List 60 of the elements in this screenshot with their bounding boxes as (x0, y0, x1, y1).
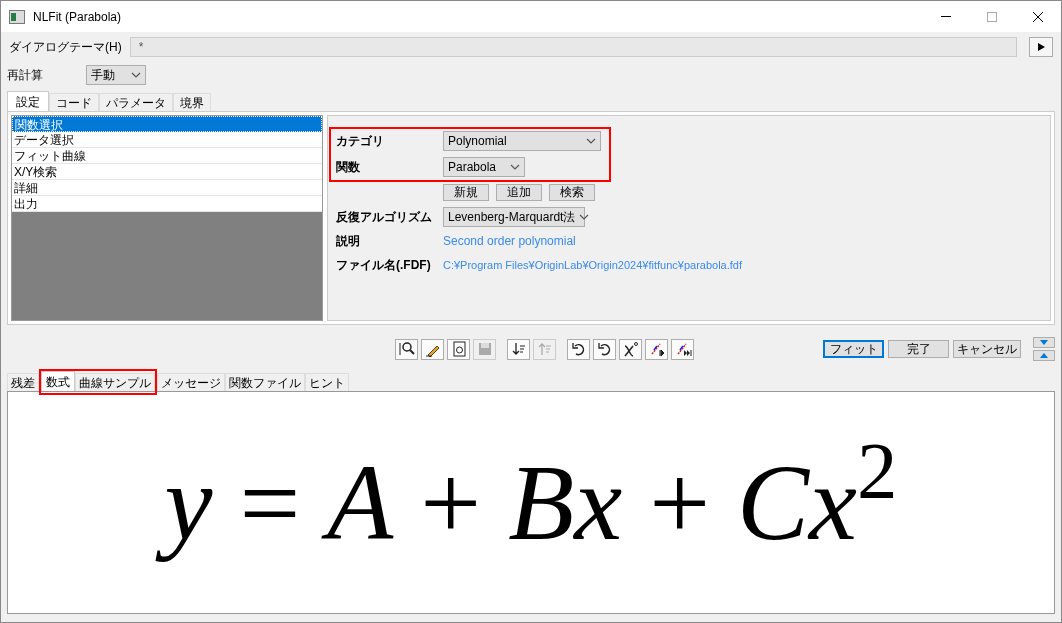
recalc-label: 再計算 (7, 67, 44, 84)
tab[interactable]: パラメータ (99, 93, 173, 111)
magnifier-icon (397, 340, 416, 358)
tab[interactable]: 設定 (7, 91, 49, 111)
theme-label: ダイアログテーマ(H) (9, 39, 122, 56)
tab[interactable]: 曲線サンプル (75, 373, 155, 391)
chevron-down-icon (586, 138, 596, 144)
tab[interactable]: 境界 (173, 93, 211, 111)
chevron-down-icon (510, 164, 520, 170)
expand-button[interactable] (1029, 37, 1053, 57)
function-button[interactable]: 追加 (496, 184, 542, 201)
description-text: Second order polynomial (443, 233, 576, 250)
function-label: 関数 (336, 159, 361, 176)
action-button[interactable]: フィット (823, 340, 884, 358)
nav-item[interactable]: 関数選択 (12, 116, 322, 132)
file-label: ファイル名(.FDF) (336, 257, 432, 274)
collapse-button[interactable] (1033, 337, 1055, 348)
description-label: 説明 (336, 233, 361, 250)
theme-field[interactable]: * (129, 37, 1017, 57)
equation-text: y = A + Bx + Cx$^{2}$ (144, 423, 918, 582)
dropdown[interactable]: Polynomial (443, 131, 601, 151)
nav-item[interactable]: フィット曲線 (12, 148, 322, 164)
dropdown[interactable]: Parabola (443, 157, 525, 177)
chi-square-icon (621, 340, 640, 358)
toolbar-button[interactable] (619, 338, 642, 360)
toolbar-button[interactable] (567, 338, 590, 360)
minimize-icon (941, 16, 951, 17)
toolbar-button[interactable] (395, 338, 418, 360)
nav-item[interactable]: データ選択 (12, 132, 322, 148)
triangle-down-icon (1040, 340, 1048, 345)
function-button[interactable]: 新規 (443, 184, 489, 201)
tab[interactable]: メッセージ (157, 373, 225, 391)
toolbar-button[interactable] (671, 338, 694, 360)
toolbar-button[interactable] (447, 338, 470, 360)
nav-item[interactable]: 詳細 (12, 180, 322, 196)
app-icon (9, 9, 25, 24)
triangle-up-icon (1040, 353, 1048, 358)
close-icon (1033, 11, 1043, 22)
chevron-down-icon (579, 214, 590, 220)
maximize-icon (987, 11, 997, 22)
tab[interactable]: 関数ファイル (225, 373, 305, 391)
action-button[interactable]: キャンセル (953, 340, 1021, 358)
window-title: NLFit (Parabola) (33, 8, 122, 26)
function-button[interactable]: 検索 (549, 184, 595, 201)
algorithm-label: 反復アルゴリズム (336, 209, 433, 226)
chevron-down-icon (131, 72, 141, 78)
tab[interactable]: 残差 (7, 373, 39, 391)
toolbar-button[interactable] (421, 338, 444, 360)
tab[interactable]: コード (49, 93, 99, 111)
play-icon (1037, 43, 1045, 51)
nav-item[interactable]: X/Y検索 (12, 164, 322, 180)
file-path: C:¥Program Files¥OriginLab¥Origin2024¥fitfunc¥parabola.fdf (443, 257, 742, 273)
tab[interactable]: 数式 (41, 371, 75, 391)
action-button[interactable]: 完了 (888, 340, 949, 358)
toolbar-button[interactable] (645, 338, 668, 360)
tab[interactable]: ヒント (305, 373, 349, 391)
toolbar-button[interactable] (593, 338, 616, 360)
nav-item[interactable]: 出力 (12, 196, 322, 212)
dropdown[interactable]: 手動 (86, 65, 146, 85)
category-label: カテゴリ (336, 133, 385, 150)
